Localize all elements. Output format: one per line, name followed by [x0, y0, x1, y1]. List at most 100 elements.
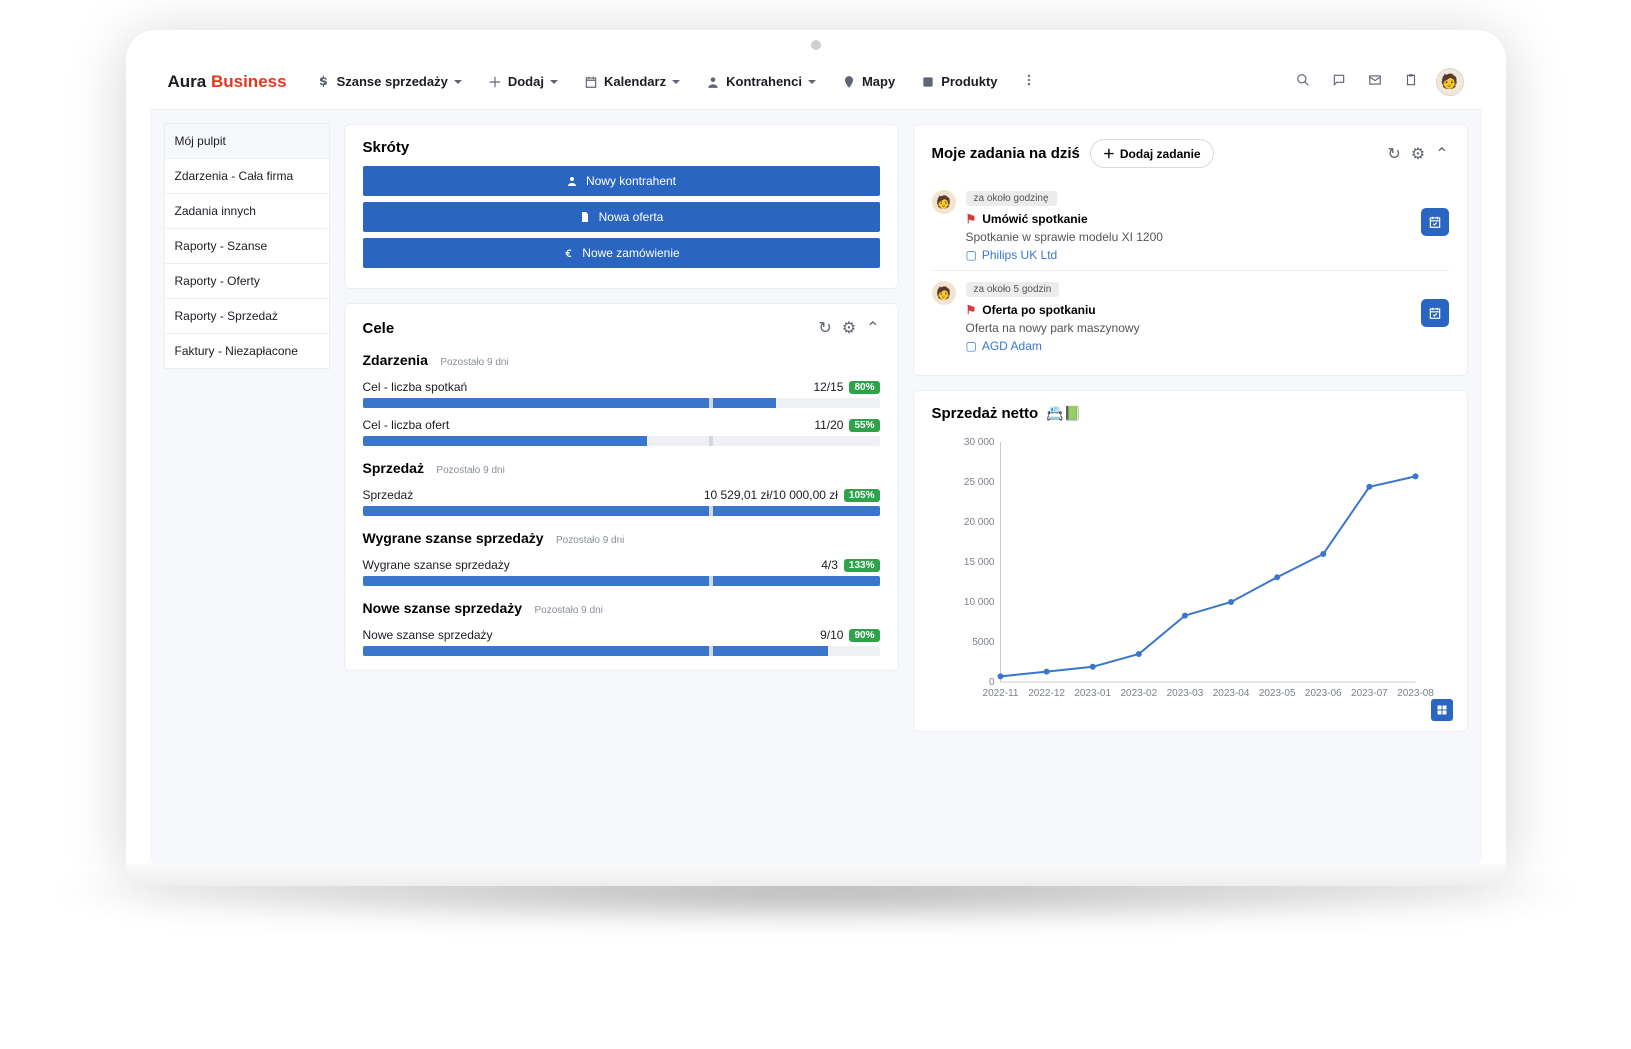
laptop-base	[126, 864, 1506, 886]
plus-icon	[488, 75, 502, 89]
top-nav: Aura Business Szanse sprzedaży Dodaj Kal…	[150, 54, 1482, 110]
svg-text:2023-02: 2023-02	[1120, 688, 1157, 699]
nav-calendar[interactable]: Kalendarz	[578, 70, 686, 93]
svg-text:2023-06: 2023-06	[1304, 688, 1341, 699]
svg-text:2022-11: 2022-11	[982, 688, 1018, 699]
goal-meetings-bar	[363, 398, 880, 408]
section-events-remaining: Pozostało 9 dni	[440, 357, 508, 368]
task-calendar-button[interactable]	[1421, 208, 1449, 236]
task-due-chip: za około 5 godzin	[966, 282, 1060, 297]
goals-card: Cele ↻ ⚙ ⌃ Zdarzenia Pozostało 9 dni Cel…	[344, 303, 899, 671]
app-logo: Aura Business	[168, 72, 287, 92]
task-calendar-button[interactable]	[1421, 299, 1449, 327]
goal-offers-value: 11/20	[814, 418, 843, 432]
search-button[interactable]	[1292, 69, 1314, 94]
calendar-check-icon	[1428, 215, 1442, 229]
section-sales-remaining: Pozostało 9 dni	[436, 465, 504, 476]
section-new-title: Nowe szanse sprzedaży	[363, 600, 523, 616]
nav-sales-opportunities[interactable]: Szanse sprzedaży	[311, 70, 468, 93]
calendar-icon	[584, 75, 598, 89]
tasks-collapse-button[interactable]: ⌃	[1435, 144, 1448, 164]
more-vert-icon	[1022, 73, 1036, 87]
mail-button[interactable]	[1364, 69, 1386, 94]
add-task-button[interactable]: ＋Dodaj zadanie	[1090, 139, 1214, 168]
goal-new-label: Nowe szanse sprzedaży	[363, 628, 493, 642]
goal-new-pct: 90%	[849, 629, 879, 642]
calendar-check-icon	[1428, 306, 1442, 320]
plus-icon: ＋	[1103, 145, 1115, 162]
svg-text:10 000: 10 000	[963, 597, 994, 608]
goal-offers-bar	[363, 436, 880, 446]
sidebar-item-dashboard[interactable]: Mój pulpit	[164, 123, 330, 159]
nav-products[interactable]: Produkty	[915, 70, 1003, 93]
goal-sales-pct: 105%	[844, 489, 880, 502]
pin-icon	[842, 75, 856, 89]
search-icon	[1296, 73, 1310, 87]
goal-won-pct: 133%	[844, 559, 880, 572]
goal-won-label: Wygrane szanse sprzedaży	[363, 558, 510, 572]
tasks-title: Moje zadania na dziś	[932, 145, 1080, 162]
nav-contractors[interactable]: Kontrahenci	[700, 70, 822, 93]
svg-text:2023-07: 2023-07	[1351, 688, 1388, 699]
chart-grid-button[interactable]	[1431, 699, 1453, 721]
sidebar-item-reports-offers[interactable]: Raporty - Oferty	[164, 263, 330, 299]
sidebar-item-reports-sales[interactable]: Raporty - Sprzedaż	[164, 298, 330, 334]
more-menu[interactable]	[1018, 69, 1040, 94]
webcam-dot	[811, 40, 821, 50]
tasks-card: Moje zadania na dziś ＋Dodaj zadanie ↻ ⚙ …	[913, 124, 1468, 376]
euro-icon	[562, 247, 574, 259]
section-won-remaining: Pozostało 9 dni	[556, 535, 624, 546]
sidebar: Mój pulpit Zdarzenia - Cała firma Zadani…	[150, 110, 330, 864]
tasks-settings-button[interactable]: ⚙	[1411, 144, 1425, 164]
shortcuts-title: Skróty	[363, 139, 880, 156]
goal-new-bar	[363, 646, 880, 656]
goal-won-bar	[363, 576, 880, 586]
clipboard-icon	[1404, 73, 1418, 87]
collapse-button[interactable]: ⌃	[866, 318, 879, 338]
chat-icon	[1332, 73, 1346, 87]
svg-text:2023-08: 2023-08	[1397, 688, 1434, 699]
goal-meetings-value: 12/15	[813, 380, 843, 394]
nav-maps[interactable]: Mapy	[836, 70, 901, 93]
goal-sales-bar	[363, 506, 880, 516]
new-order-button[interactable]: Nowe zamówienie	[363, 238, 880, 268]
svg-text:2023-03: 2023-03	[1166, 688, 1203, 699]
task-avatar: 🧑	[932, 281, 956, 305]
section-new-remaining: Pozostało 9 dni	[534, 605, 602, 616]
svg-text:2022-12: 2022-12	[1028, 688, 1065, 699]
sidebar-item-invoices-unpaid[interactable]: Faktury - Niezapłacone	[164, 333, 330, 369]
product-icon	[921, 75, 935, 89]
flag-icon: ⚑	[966, 212, 977, 226]
task-company-link[interactable]: ▢AGD Adam	[966, 339, 1449, 353]
section-sales-title: Sprzedaż	[363, 460, 424, 476]
task-desc: Oferta na nowy park maszynowy	[966, 321, 1449, 335]
task-company-link[interactable]: ▢Philips UK Ltd	[966, 248, 1449, 262]
person-add-icon	[566, 175, 578, 187]
refresh-button[interactable]: ↻	[818, 318, 831, 338]
task-title: Oferta po spotkaniu	[982, 303, 1095, 317]
nav-add[interactable]: Dodaj	[482, 70, 564, 93]
goal-new-value: 9/10	[820, 628, 843, 642]
svg-text:30 000: 30 000	[963, 437, 994, 448]
person-icon	[706, 75, 720, 89]
dollar-icon	[317, 75, 331, 89]
new-offer-button[interactable]: Nowa oferta	[363, 202, 880, 232]
svg-text:20 000: 20 000	[963, 517, 994, 528]
sidebar-item-others-tasks[interactable]: Zadania innych	[164, 193, 330, 229]
task-item: 🧑 za około godzinę ⚑Umówić spotkanie Spo…	[932, 180, 1449, 270]
svg-text:5000: 5000	[972, 637, 995, 648]
chat-button[interactable]	[1328, 69, 1350, 94]
user-avatar[interactable]: 🧑	[1436, 68, 1464, 96]
settings-button[interactable]: ⚙	[842, 318, 856, 338]
clipboard-button[interactable]	[1400, 69, 1422, 94]
sidebar-item-reports-chances[interactable]: Raporty - Szanse	[164, 228, 330, 264]
tasks-refresh-button[interactable]: ↻	[1387, 144, 1400, 164]
flag-icon: ⚑	[966, 303, 977, 317]
sales-line-chart: 0500010 00015 00020 00025 00030 0002022-…	[932, 432, 1449, 712]
sidebar-item-events[interactable]: Zdarzenia - Cała firma	[164, 158, 330, 194]
new-contractor-button[interactable]: Nowy kontrahent	[363, 166, 880, 196]
section-won-title: Wygrane szanse sprzedaży	[363, 530, 544, 546]
chart-export-icons[interactable]: 📇📗	[1046, 405, 1081, 422]
building-icon: ▢	[966, 248, 977, 262]
svg-text:2023-05: 2023-05	[1258, 688, 1295, 699]
